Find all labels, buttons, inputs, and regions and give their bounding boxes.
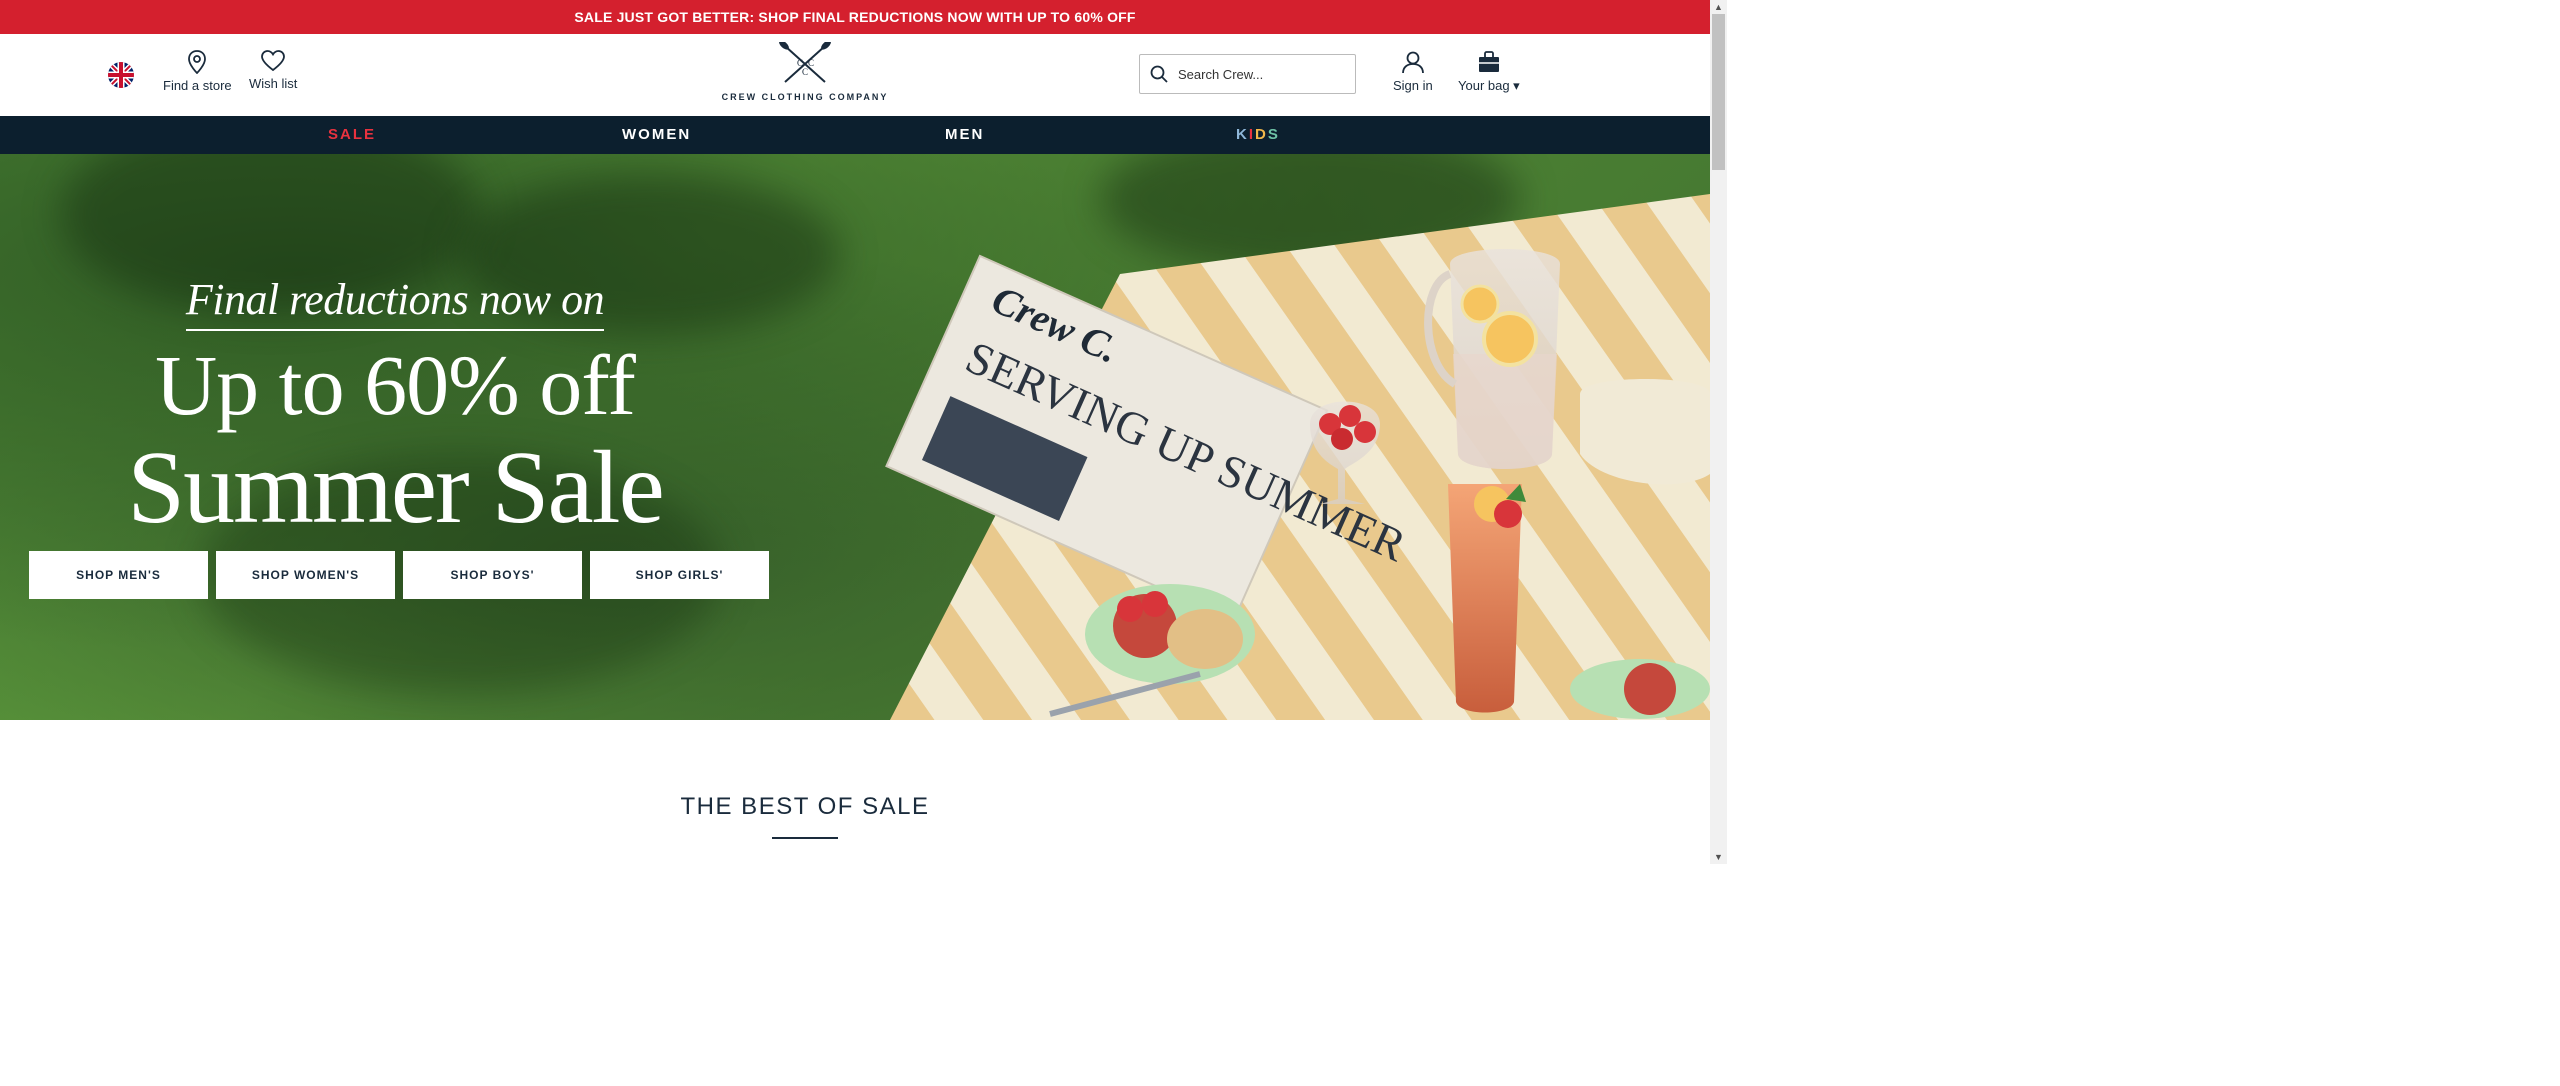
nav-item-sale[interactable]: SALE [328, 116, 376, 154]
promo-text: SALE JUST GOT BETTER: SHOP FINAL REDUCTI… [574, 9, 1136, 25]
svg-text:C: C [808, 58, 814, 68]
svg-text:C: C [802, 67, 808, 77]
crossed-oars-logo-icon: C C C [779, 42, 831, 83]
kids-letter: S [1267, 126, 1280, 143]
location-pin-icon [188, 50, 207, 74]
hero-eyebrow: Final reductions now on [185, 274, 605, 331]
section-divider [772, 837, 838, 839]
scroll-down-icon[interactable]: ▼ [1710, 850, 1727, 864]
site-header: Find a store Wish list C C C CREW CLOTHI… [0, 34, 1710, 116]
section-title: THE BEST OF SALE [680, 793, 930, 820]
nav-item-kids[interactable]: KIDS [1236, 116, 1280, 154]
page-scrollbar[interactable]: ▲ ▼ [1710, 0, 1727, 864]
find-store-link[interactable]: Find a store [163, 50, 232, 93]
hero-copy: Final reductions now on Up to 60% off Su… [40, 274, 750, 543]
shop-mens-button[interactable]: SHOP MEN'S [29, 551, 208, 599]
crew-logo[interactable]: C C C CREW CLOTHING COMPANY [715, 42, 895, 112]
search-icon [1150, 65, 1168, 83]
picnic-table-image: Crew C. SERVING UP SUMMER [885, 194, 1710, 720]
hero-cta-row: SHOP MEN'S SHOP WOMEN'S SHOP BOYS' SHOP … [29, 551, 769, 599]
bag-icon [1478, 51, 1499, 72]
wish-list-link[interactable]: Wish list [249, 50, 297, 91]
hero-title: Summer Sale [127, 430, 664, 545]
hero-banner[interactable]: Crew C. SERVING UP SUMMER Final reductio… [0, 154, 1710, 720]
promo-banner[interactable]: SALE JUST GOT BETTER: SHOP FINAL REDUCTI… [0, 0, 1710, 34]
shop-girls-button[interactable]: SHOP GIRLS' [590, 551, 769, 599]
main-nav: SALE WOMEN MEN KIDS [0, 116, 1710, 154]
your-bag-link[interactable]: Your bag ▾ [1458, 50, 1520, 94]
sign-in-label: Sign in [1393, 78, 1433, 93]
hero-subtitle: Up to 60% off [155, 337, 636, 433]
user-icon [1401, 51, 1424, 74]
browser-viewport: SALE JUST GOT BETTER: SHOP FINAL REDUCTI… [0, 0, 1710, 864]
nav-item-men[interactable]: MEN [945, 116, 984, 154]
shop-boys-button[interactable]: SHOP BOYS' [403, 551, 582, 599]
nav-item-women[interactable]: WOMEN [622, 116, 691, 154]
search-input[interactable] [1176, 65, 1340, 83]
your-bag-label: Your bag ▾ [1458, 78, 1520, 93]
find-store-label: Find a store [163, 78, 232, 93]
scroll-up-icon[interactable]: ▲ [1710, 0, 1727, 14]
kids-letter: K [1236, 126, 1249, 143]
shop-womens-button[interactable]: SHOP WOMEN'S [216, 551, 395, 599]
logo-wordmark: CREW CLOTHING COMPANY [721, 92, 889, 102]
wish-list-label: Wish list [249, 76, 298, 91]
sign-in-link[interactable]: Sign in [1393, 50, 1433, 93]
uk-flag-icon[interactable] [108, 62, 134, 88]
search-box[interactable] [1139, 54, 1356, 94]
heart-icon [261, 50, 286, 72]
kids-letter: D [1255, 126, 1268, 143]
scrollbar-thumb[interactable] [1712, 14, 1725, 170]
